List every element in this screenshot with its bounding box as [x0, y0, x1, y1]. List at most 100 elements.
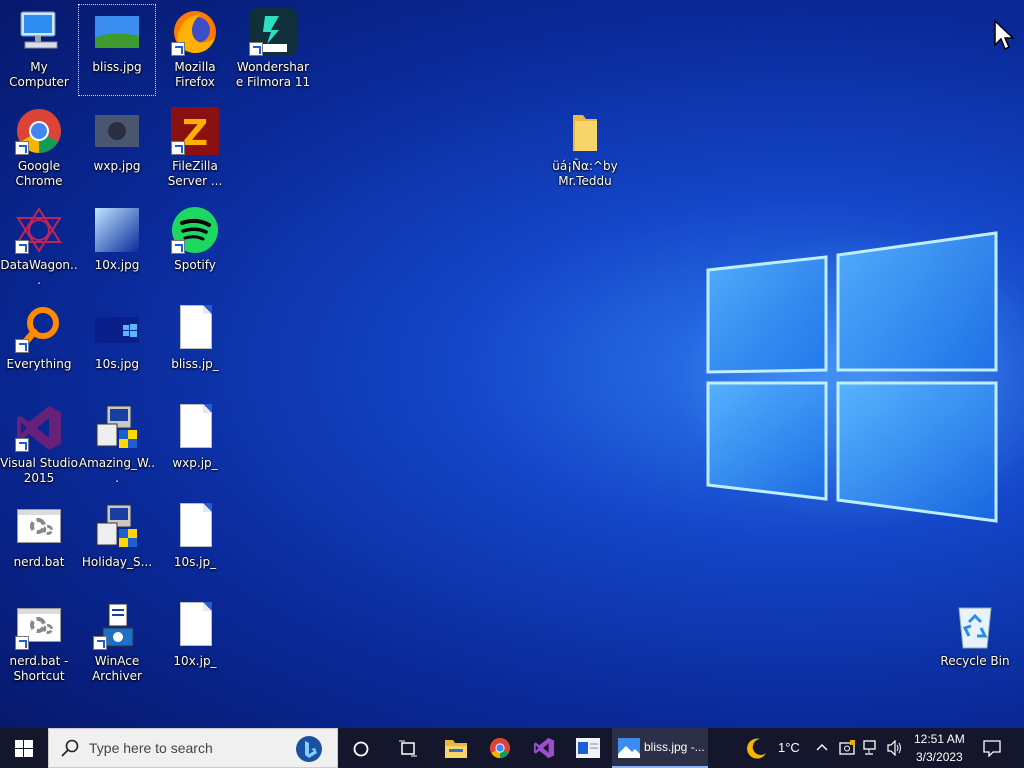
- icon-label: Everything: [6, 357, 72, 371]
- desktop-icon-10s-jpg[interactable]: 10s.jpg: [78, 301, 156, 393]
- task-view-button[interactable]: [392, 728, 424, 768]
- shortcut-arrow-icon: [171, 42, 185, 56]
- svg-text:Z: Z: [182, 113, 208, 154]
- datawagon-icon: [15, 206, 63, 254]
- icon-label: Google Chrome: [15, 159, 63, 188]
- desktop-icon-nerd-bat[interactable]: nerd.bat: [0, 499, 78, 591]
- task-view-icon: [399, 740, 417, 757]
- notification-icon: [983, 740, 1001, 757]
- tray-volume-button[interactable]: [884, 728, 906, 768]
- blank-file-icon: [171, 503, 219, 551]
- desktop-icon-folder-mr-teddu[interactable]: üá¡Ñα:^by Mr.Teddu: [546, 103, 624, 195]
- speaker-icon: [887, 740, 901, 756]
- desktop-icon-10x-jp_[interactable]: 10x.jp_: [156, 598, 234, 690]
- taskbar-active-photos-window[interactable]: bliss.jpg -...: [612, 728, 708, 768]
- icon-label: Wondershare Filmora 11: [235, 60, 311, 89]
- desktop-icon-mozilla-firefox[interactable]: Mozilla Firefox: [156, 4, 234, 96]
- desktop-icon-spotify[interactable]: Spotify: [156, 202, 234, 294]
- desktop-icon-my-computer[interactable]: My Computer: [0, 4, 78, 96]
- desktop-icon-amazing-w[interactable]: Amazing_W...: [78, 400, 156, 492]
- desktop-icon-bliss-jp_[interactable]: bliss.jp_: [156, 301, 234, 393]
- active-window-label: bliss.jpg -...: [644, 740, 705, 754]
- desktop-icon-filezilla-server[interactable]: Z FileZilla Server ...: [156, 103, 234, 195]
- icon-label: DataWagon...: [0, 258, 78, 287]
- taskbar-clock[interactable]: 12:51 AM 3/3/2023: [910, 728, 968, 768]
- tray-network-button[interactable]: [860, 728, 882, 768]
- visual-studio-icon: [533, 737, 555, 759]
- desktop-icon-wxp-jp_[interactable]: wxp.jp_: [156, 400, 234, 492]
- icon-label: 10s.jpg: [95, 357, 139, 371]
- taskbar-window-app[interactable]: [570, 728, 606, 768]
- icon-label: 10s.jp_: [173, 555, 217, 569]
- icon-label: bliss.jpg: [92, 60, 142, 74]
- clock-time: 12:51 AM: [914, 732, 965, 746]
- security-shield-icon: [839, 740, 855, 755]
- bing-icon[interactable]: [295, 735, 323, 763]
- blank-file-icon: [171, 602, 219, 650]
- desktop-icon-google-chrome[interactable]: Google Chrome: [0, 103, 78, 195]
- chevron-up-icon: [816, 744, 828, 751]
- shortcut-arrow-icon: [15, 339, 29, 353]
- cortana-button[interactable]: [346, 728, 376, 768]
- shortcut-arrow-icon: [93, 636, 107, 650]
- desktop-icon-10x-jpg[interactable]: 10x.jpg: [78, 202, 156, 294]
- desktop-icon-holiday-s[interactable]: Holiday_S...: [78, 499, 156, 591]
- taskbar-visual-studio[interactable]: [526, 728, 562, 768]
- spotify-icon: [171, 206, 219, 254]
- taskbar-file-explorer[interactable]: [438, 728, 474, 768]
- icon-label: Recycle Bin: [940, 654, 1010, 668]
- desktop-icon-bliss-jpg[interactable]: bliss.jpg: [78, 4, 156, 96]
- weather-widget[interactable]: 1°C: [740, 728, 806, 768]
- window-app-icon: [576, 738, 600, 758]
- shortcut-arrow-icon: [15, 636, 29, 650]
- installer-icon: [93, 503, 141, 551]
- icon-label: Holiday_S...: [81, 555, 153, 569]
- weather-temperature: 1°C: [778, 740, 800, 755]
- installer-icon: [93, 404, 141, 452]
- search-icon: [61, 739, 79, 757]
- desktop-icon-wxp-jpg[interactable]: wxp.jpg: [78, 103, 156, 195]
- image-thumbnail-icon: [93, 206, 141, 254]
- filmora-icon: [249, 8, 297, 56]
- image-thumbnail-icon: [93, 8, 141, 56]
- icon-label: wxp.jp_: [172, 456, 218, 470]
- desktop-icon-nerd-bat-shortcut[interactable]: nerd.bat - Shortcut: [0, 598, 78, 690]
- icon-label: Visual Studio 2015: [0, 456, 78, 485]
- desktop-icon-wondershare-filmora[interactable]: Wondershare Filmora 11: [234, 4, 312, 96]
- icon-label: nerd.bat - Shortcut: [9, 654, 69, 683]
- mouse-cursor-icon: [994, 20, 1015, 51]
- shortcut-arrow-icon: [15, 240, 29, 254]
- desktop-icon-visual-studio-2015[interactable]: Visual Studio 2015: [0, 400, 78, 492]
- folder-icon: [445, 740, 467, 758]
- tray-security-button[interactable]: [836, 728, 858, 768]
- icon-label: My Computer: [9, 60, 69, 89]
- recycle-bin-icon: [951, 602, 999, 650]
- icon-label: Mozilla Firefox: [174, 60, 216, 89]
- shortcut-arrow-icon: [249, 42, 263, 56]
- batch-file-icon: [15, 602, 63, 650]
- blank-file-icon: [171, 305, 219, 353]
- icon-label: 10x.jpg: [94, 258, 140, 272]
- taskbar-google-chrome[interactable]: [482, 728, 518, 768]
- action-center-button[interactable]: [976, 728, 1008, 768]
- start-button[interactable]: [0, 728, 48, 768]
- archiver-icon: [93, 602, 141, 650]
- image-thumbnail-icon: [93, 107, 141, 155]
- desktop-icon-recycle-bin[interactable]: Recycle Bin: [936, 598, 1014, 690]
- desktop-icon-datawagon[interactable]: DataWagon...: [0, 202, 78, 294]
- desktop-icon-everything[interactable]: Everything: [0, 301, 78, 393]
- icon-label: Spotify: [174, 258, 216, 272]
- folder-icon: [561, 107, 609, 155]
- taskbar: Type here to search bliss.jpg -... 1°C 1…: [0, 728, 1024, 768]
- desktop-icon-10s-jp_[interactable]: 10s.jp_: [156, 499, 234, 591]
- filezilla-icon: Z: [171, 107, 219, 155]
- taskbar-search-box[interactable]: Type here to search: [48, 728, 338, 768]
- icon-label: bliss.jp_: [171, 357, 219, 371]
- shortcut-arrow-icon: [171, 240, 185, 254]
- icon-label: 10x.jp_: [173, 654, 217, 668]
- desktop-icon-winace-archiver[interactable]: WinAce Archiver: [78, 598, 156, 690]
- chrome-icon: [489, 737, 511, 759]
- network-icon: [863, 740, 876, 755]
- show-hidden-icons-button[interactable]: [812, 728, 832, 768]
- clock-date: 3/3/2023: [916, 750, 963, 764]
